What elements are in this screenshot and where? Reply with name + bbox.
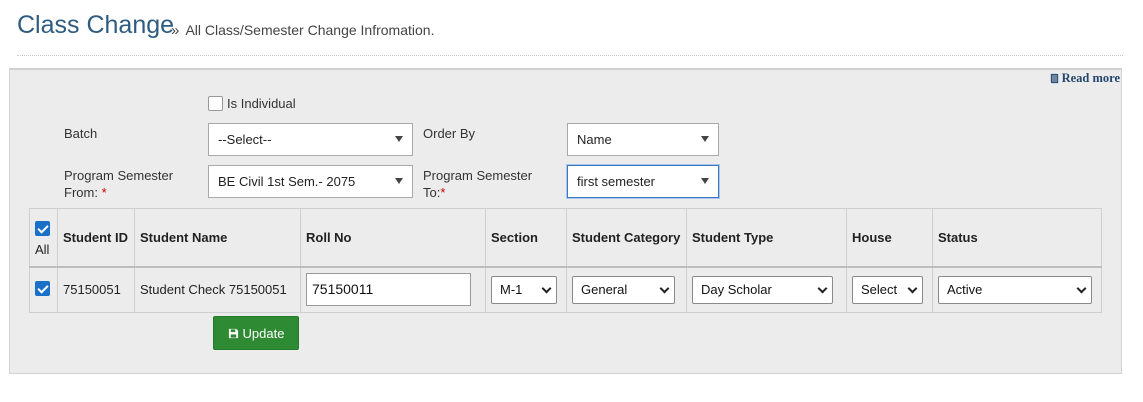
caret-down-icon — [701, 178, 709, 184]
page-title: Class Change — [17, 11, 175, 39]
column-header-student-name: Student Name — [134, 208, 301, 267]
program-semester-to-label-line1: Program Semester — [423, 168, 533, 183]
chevron-down-icon — [1076, 283, 1087, 294]
section-select-value: M-1 — [500, 281, 523, 297]
column-header-student-category: Student Category — [566, 208, 687, 267]
program-semester-to-label-line2: To: — [423, 185, 441, 200]
batch-label: Batch — [64, 126, 98, 141]
chevron-down-icon — [541, 283, 552, 294]
book-icon — [1050, 73, 1058, 84]
class-change-panel: Read more Is Individual Batch --Select--… — [9, 68, 1122, 374]
update-button[interactable]: Update — [213, 316, 299, 350]
student-type-cell: Day Scholar — [686, 266, 847, 313]
section-cell: M-1 — [485, 266, 567, 313]
status-select[interactable]: Active — [938, 275, 1092, 304]
order-by-label: Order By — [423, 126, 476, 141]
student-id-cell: 75150051 — [57, 266, 135, 313]
batch-select[interactable]: --Select-- — [208, 123, 413, 156]
section-select[interactable]: M-1 — [491, 275, 557, 304]
status-cell: Active — [932, 266, 1102, 313]
select-all-label: All — [35, 242, 50, 258]
program-semester-from-label-line1: Program Semester — [64, 168, 174, 183]
program-semester-from-label-line2: From: — [64, 185, 98, 200]
order-by-select[interactable]: Name — [567, 123, 719, 156]
save-icon — [228, 328, 238, 338]
row-select-cell — [29, 266, 58, 313]
read-more-link[interactable]: Read more — [1049, 71, 1120, 86]
student-type-value: Day Scholar — [701, 281, 772, 297]
students-table: All Student ID Student Name Roll No Sect… — [29, 208, 1102, 313]
house-cell: Select — [846, 266, 933, 313]
table-row: 75150051 Student Check 75150051 75150011… — [29, 266, 1102, 313]
is-individual-label: Is Individual — [227, 96, 296, 111]
student-name-cell: Student Check 75150051 — [134, 266, 301, 313]
required-marker: * — [101, 185, 107, 200]
program-semester-from-select[interactable]: BE Civil 1st Sem.- 2075 — [208, 165, 413, 198]
house-select[interactable]: Select — [852, 275, 923, 304]
breadcrumb-chevron: » — [171, 22, 180, 39]
caret-down-icon — [701, 136, 709, 142]
column-header-status: Status — [932, 208, 1102, 267]
column-header-house: House — [846, 208, 933, 267]
house-select-value: Select — [861, 281, 898, 297]
chevron-down-icon — [817, 283, 828, 294]
program-semester-to-value: first semester — [577, 174, 656, 189]
student-category-select[interactable]: General — [572, 275, 675, 304]
batch-select-value: --Select-- — [218, 132, 272, 147]
page-header: Class Change » All Class/Semester Change… — [17, 8, 1123, 56]
column-header-student-id: Student ID — [57, 208, 135, 267]
page-subtitle: » All Class/Semester Change Infromation. — [171, 22, 434, 39]
table-header-row: All Student ID Student Name Roll No Sect… — [29, 208, 1102, 267]
roll-no-input[interactable]: 75150011 — [306, 273, 471, 307]
student-category-value: General — [581, 281, 628, 297]
status-select-value: Active — [947, 281, 983, 297]
roll-no-cell: 75150011 — [300, 266, 486, 313]
caret-down-icon — [395, 178, 403, 184]
chevron-down-icon — [659, 283, 670, 294]
column-header-roll-no: Roll No — [300, 208, 486, 267]
program-semester-from-value: BE Civil 1st Sem.- 2075 — [218, 174, 356, 189]
column-header-student-type: Student Type — [686, 208, 847, 267]
select-all-checkbox[interactable] — [35, 221, 50, 237]
is-individual-group: Is Individual — [208, 95, 296, 112]
caret-down-icon — [395, 136, 403, 142]
program-semester-to-select[interactable]: first semester — [567, 165, 719, 198]
row-checkbox[interactable] — [35, 280, 50, 296]
column-header-section: Section — [485, 208, 567, 267]
student-type-select[interactable]: Day Scholar — [692, 275, 833, 304]
is-individual-checkbox[interactable] — [208, 96, 223, 111]
required-marker: * — [440, 185, 446, 200]
order-by-select-value: Name — [577, 132, 612, 147]
program-semester-to-label: Program Semester To:* — [423, 167, 532, 201]
select-all-header: All — [29, 208, 58, 267]
chevron-down-icon — [907, 283, 918, 294]
program-semester-from-label: Program Semester From: * — [64, 167, 173, 201]
read-more-label: Read more — [1061, 71, 1120, 85]
page-subtitle-text: All Class/Semester Change Infromation. — [185, 22, 435, 38]
update-button-label: Update — [242, 325, 285, 341]
category-cell: General — [566, 266, 687, 313]
